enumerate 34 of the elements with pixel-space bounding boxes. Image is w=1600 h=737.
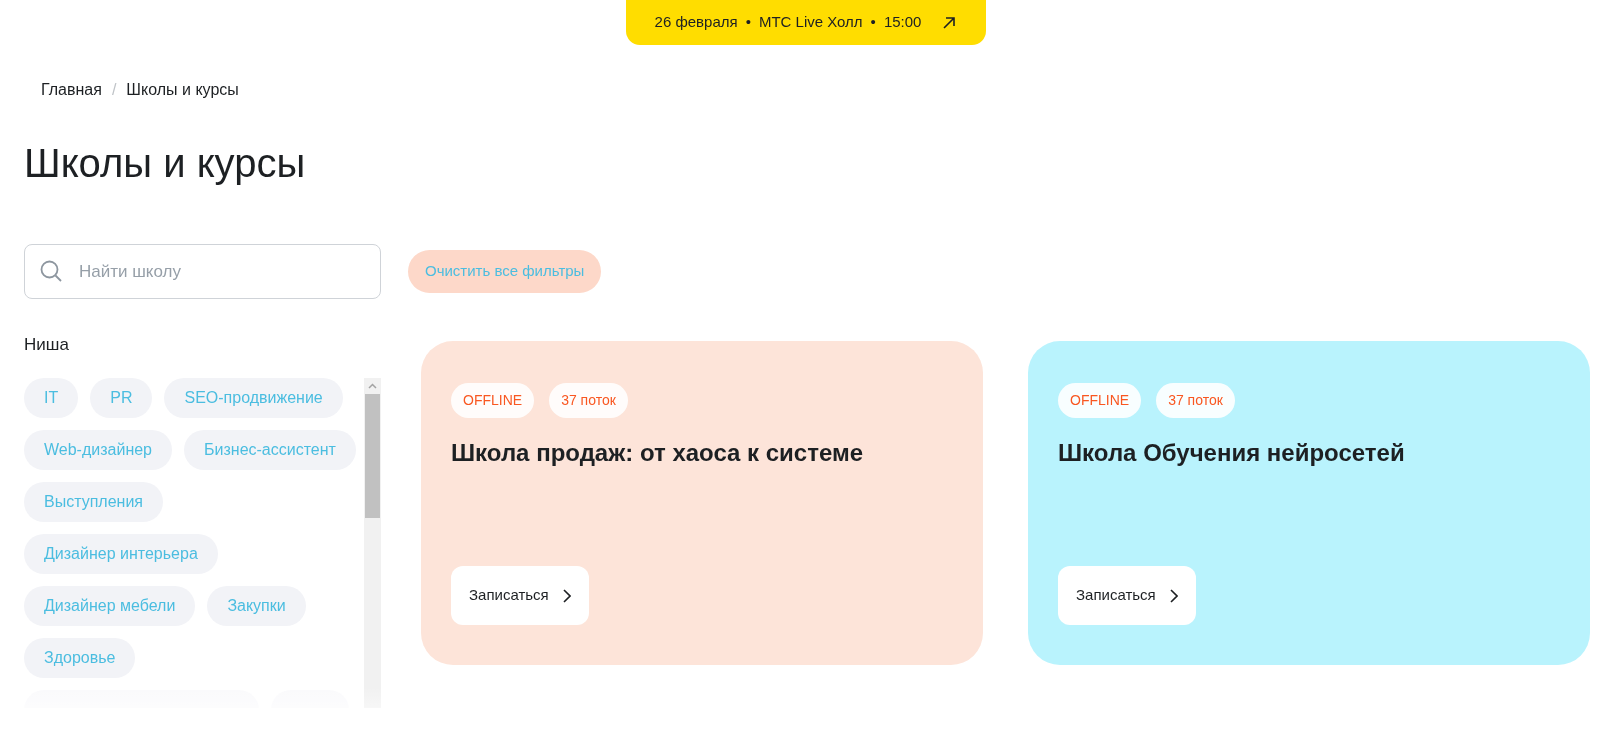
- filter-chip[interactable]: Дизайнер мебели: [24, 585, 196, 626]
- school-card[interactable]: OFFLINE 37 поток Школа Обучения нейросетей Записаться: [1028, 341, 1590, 665]
- breadcrumb-link[interactable]: Главная: [41, 78, 102, 102]
- breadcrumb-separator: /: [111, 80, 117, 100]
- filter-chip[interactable]: IT: [24, 377, 79, 418]
- clear-filters-button[interactable]: Очистить все фильтры: [408, 250, 602, 293]
- card-title: Школа Обучения нейросетей: [1058, 438, 1406, 468]
- scrollbar[interactable]: [364, 377, 381, 708]
- enroll-button[interactable]: Записаться: [1058, 566, 1196, 625]
- filter-chip[interactable]: Здоровье: [24, 637, 136, 678]
- enroll-button[interactable]: Записаться: [451, 566, 589, 625]
- filter-chip[interactable]: PR: [90, 377, 153, 418]
- tag: OFFLINE: [1058, 383, 1142, 418]
- event-banner[interactable]: 26 февраля • МТС Live Холл • 15:00: [626, 0, 986, 45]
- filter-chip[interactable]: Бизнес-ассистент: [184, 429, 356, 470]
- scroll-up-icon: [368, 382, 377, 389]
- filter-title: Ниша: [24, 334, 70, 356]
- chevron-right-icon: [1169, 588, 1178, 603]
- filter-chip[interactable]: Закупки: [207, 585, 306, 626]
- chevron-right-icon: [562, 588, 571, 603]
- tag: 37 поток: [549, 383, 628, 418]
- filter-chip[interactable]: Дизайнер интерьера: [24, 533, 218, 574]
- filter-chip[interactable]: Web-дизайнер: [24, 429, 172, 470]
- page-title: Школы и курсы: [24, 140, 307, 186]
- card-title: Школа продаж: от хаоса к системе: [451, 438, 865, 468]
- search-icon: [39, 259, 63, 283]
- breadcrumb-link[interactable]: Школы и курсы: [126, 78, 239, 102]
- filter-chip[interactable]: Выступления: [24, 481, 163, 522]
- search-field[interactable]: Найти школу: [24, 244, 381, 299]
- school-card[interactable]: OFFLINE 37 поток Школа продаж: от хаоса к системе Записаться: [421, 341, 983, 665]
- tag: OFFLINE: [451, 383, 535, 418]
- arrow-icon: [941, 14, 958, 31]
- filter-chip[interactable]: SEO-продвижение: [164, 377, 343, 418]
- tag: 37 поток: [1156, 383, 1235, 418]
